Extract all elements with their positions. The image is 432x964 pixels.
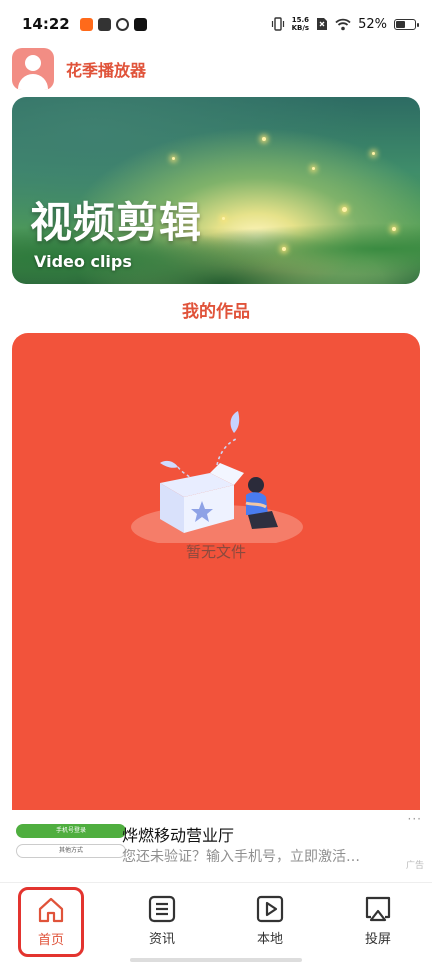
empty-text: 暂无文件 xyxy=(185,543,246,561)
tiktok-icon xyxy=(133,17,147,31)
wifi-icon xyxy=(335,18,351,30)
ad-thumbnail: 手机号登录 其他方式 xyxy=(16,822,126,862)
app-header: 花季播放器 xyxy=(12,48,146,90)
banner-sparkle xyxy=(222,217,225,220)
net-speed-unit: KB/s xyxy=(291,24,310,32)
store-icon xyxy=(97,17,111,31)
banner-sparkle xyxy=(392,227,396,231)
tab-news[interactable]: 资讯 xyxy=(127,889,197,955)
tab-home-label: 首页 xyxy=(37,933,64,948)
banner-sparkle xyxy=(372,152,375,155)
net-speed-value: 15.6 xyxy=(291,16,309,24)
sim-icon xyxy=(317,18,328,30)
play-local-icon xyxy=(256,895,284,923)
ad-label: 广告 xyxy=(405,861,424,871)
status-time: 14:22 xyxy=(22,15,70,33)
app-screen: 14:22 15.6 KB/s 52% 花季播放器 视频剪辑 Video cli… xyxy=(0,0,432,964)
home-indicator[interactable] xyxy=(130,958,302,962)
tab-local[interactable]: 本地 xyxy=(235,889,305,955)
banner-sparkle xyxy=(262,137,266,141)
video-clips-banner[interactable]: 视频剪辑 Video clips xyxy=(12,97,420,284)
cast-screen-icon xyxy=(365,896,391,922)
avatar-body xyxy=(18,74,48,90)
tab-news-label: 资讯 xyxy=(148,932,175,947)
app-name: 花季播放器 xyxy=(66,61,147,80)
ad-description: 您还未验证？输入手机号，立即激活… xyxy=(122,849,360,865)
status-right: 15.6 KB/s 52% xyxy=(271,16,419,32)
user-avatar-icon[interactable] xyxy=(12,48,54,90)
battery-icon xyxy=(394,18,419,30)
banner-subtitle: Video clips xyxy=(34,252,132,271)
ad-title: 烨燃移动营业厅 xyxy=(122,826,235,845)
ad-banner[interactable]: 手机号登录 其他方式 烨燃移动营业厅 您还未验证？输入手机号，立即激活… ···… xyxy=(0,810,432,875)
banner-sparkle xyxy=(282,247,286,251)
taobao-icon xyxy=(79,17,93,31)
battery-percent: 52% xyxy=(358,16,387,32)
net-speed: 15.6 KB/s xyxy=(292,16,309,32)
tab-cast[interactable]: 投屏 xyxy=(343,889,413,955)
avatar-head xyxy=(25,55,41,71)
bottom-tab-bar: 首页 资讯 本地 投屏 xyxy=(0,882,432,964)
notification-icons xyxy=(79,17,147,31)
ad-thumb-primary-button: 手机号登录 xyxy=(16,824,126,838)
battery-fill xyxy=(396,20,405,28)
home-icon xyxy=(38,897,64,923)
banner-sparkle xyxy=(172,157,175,160)
tab-cast-label: 投屏 xyxy=(364,932,391,947)
empty-box-person-illustration xyxy=(131,411,303,543)
news-icon xyxy=(148,895,176,923)
tab-home[interactable]: 首页 xyxy=(18,887,84,957)
status-bar: 14:22 15.6 KB/s 52% xyxy=(0,0,432,48)
works-panel: 暂无文件 xyxy=(12,333,420,810)
banner-sparkle xyxy=(312,167,315,170)
vibrate-icon xyxy=(271,17,284,31)
ad-more-icon[interactable]: ··· xyxy=(408,812,422,826)
banner-sparkle xyxy=(342,207,347,212)
link-icon xyxy=(115,17,129,31)
banner-title: 视频剪辑 xyxy=(30,198,203,247)
tab-local-label: 本地 xyxy=(256,932,283,947)
ad-thumb-secondary-button: 其他方式 xyxy=(16,844,126,858)
my-works-title: 我的作品 xyxy=(182,302,250,322)
